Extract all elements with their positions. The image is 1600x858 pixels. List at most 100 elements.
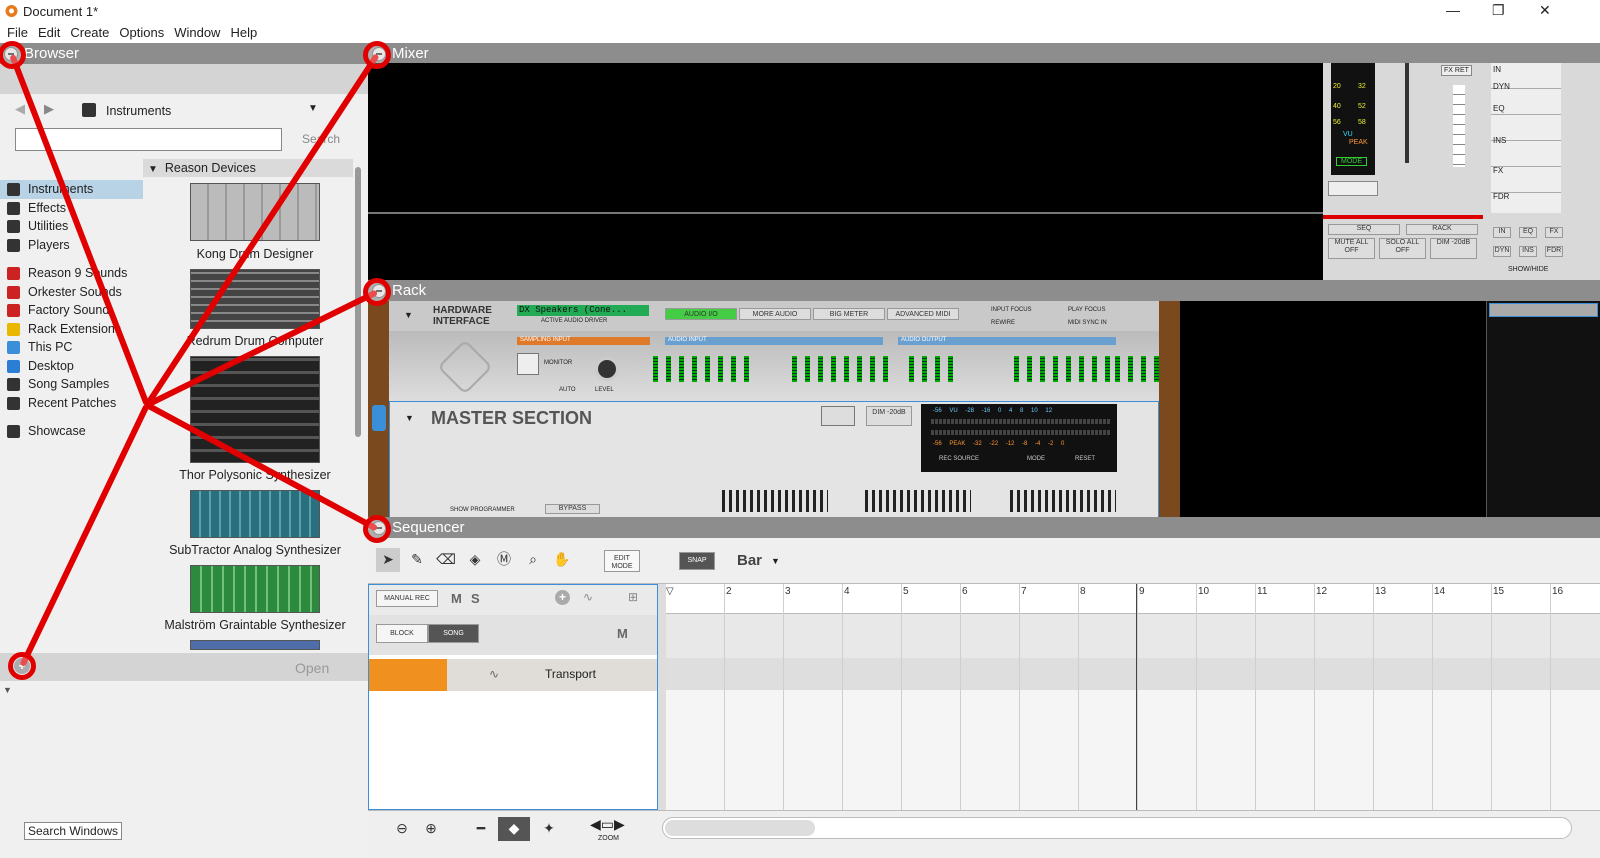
- mute-all-off-button[interactable]: MUTE ALL OFF: [1328, 238, 1375, 259]
- show-programmer-button[interactable]: SHOW PROGRAMMER: [450, 507, 515, 513]
- master-mute-button[interactable]: M: [451, 591, 462, 606]
- device-thumbnail[interactable]: [190, 640, 320, 650]
- manual-rec-button[interactable]: MANUAL REC: [376, 590, 438, 607]
- rack-collapse-button[interactable]: [372, 284, 386, 299]
- location-item[interactable]: Effects: [0, 199, 143, 218]
- device-label[interactable]: Thor Polysonic Synthesizer: [150, 468, 360, 482]
- zoom-control-icon[interactable]: ◀▭▶: [590, 816, 625, 833]
- snap-value-dropdown[interactable]: Bar: [737, 552, 762, 569]
- device-thumbnail[interactable]: [190, 269, 320, 329]
- menu-window[interactable]: Window: [169, 22, 225, 43]
- sequencer-collapse-button[interactable]: [372, 521, 386, 536]
- chevron-down-icon[interactable]: ▼: [308, 103, 318, 114]
- magnify-tool-icon[interactable]: ⌕: [521, 548, 545, 572]
- track-height-small-icon[interactable]: ━: [466, 817, 496, 841]
- chevron-down-icon[interactable]: ▼: [3, 685, 12, 695]
- horizontal-scrollbar[interactable]: [662, 817, 1572, 839]
- automation-icon[interactable]: ∿: [489, 667, 499, 681]
- location-item[interactable]: Showcase: [0, 422, 143, 441]
- mixer-collapse-button[interactable]: [372, 47, 386, 62]
- location-item[interactable]: Players: [0, 236, 143, 255]
- automation-icon[interactable]: ∿: [583, 590, 593, 604]
- location-item[interactable]: This PC: [0, 338, 143, 357]
- show-fdr-button[interactable]: FDR: [1545, 246, 1563, 257]
- audio-driver-display[interactable]: DX Speakers (Cone...: [517, 305, 649, 316]
- rack-navigator[interactable]: [1486, 301, 1600, 519]
- location-item[interactable]: Rack Extensions: [0, 320, 143, 339]
- device-thumbnail[interactable]: [190, 490, 320, 538]
- show-fx-button[interactable]: FX: [1545, 227, 1563, 238]
- menu-file[interactable]: File: [0, 22, 33, 43]
- device-thumbnail[interactable]: [190, 183, 320, 241]
- devices-scrollbar[interactable]: [355, 167, 361, 437]
- seq-button[interactable]: SEQ: [1328, 224, 1400, 235]
- close-icon[interactable]: ✕: [1539, 2, 1551, 19]
- back-arrow-icon[interactable]: ◀: [15, 101, 25, 117]
- device-thumbnail[interactable]: [190, 356, 320, 463]
- device-label[interactable]: SubTractor Analog Synthesizer: [150, 543, 360, 557]
- scrollbar-thumb[interactable]: [665, 820, 815, 836]
- show-eq-button[interactable]: EQ: [1519, 227, 1537, 238]
- minimize-icon[interactable]: —: [1446, 2, 1460, 18]
- show-in-button[interactable]: IN: [1493, 227, 1511, 238]
- tab-more-audio[interactable]: MORE AUDIO: [739, 308, 811, 320]
- edit-mode-button[interactable]: EDIT MODE: [604, 550, 640, 572]
- hand-tool-icon[interactable]: ✋: [550, 548, 574, 572]
- select-tool-icon[interactable]: ➤: [376, 548, 400, 572]
- menu-help[interactable]: Help: [225, 22, 262, 43]
- grid-icon[interactable]: ⊞: [628, 590, 638, 604]
- tab-advanced-midi[interactable]: ADVANCED MIDI: [887, 308, 959, 320]
- menu-edit[interactable]: Edit: [33, 22, 65, 43]
- master-solo-button[interactable]: S: [471, 591, 480, 606]
- open-button[interactable]: Open: [295, 660, 329, 676]
- location-item[interactable]: Orkester Sounds: [0, 283, 143, 302]
- dim-button[interactable]: DIM -20dB: [1430, 238, 1477, 259]
- show-dyn-button[interactable]: DYN: [1493, 246, 1511, 257]
- add-track-icon[interactable]: +: [555, 590, 570, 605]
- block-button[interactable]: BLOCK: [376, 624, 428, 643]
- device-label[interactable]: Kong Drum Designer: [150, 247, 360, 261]
- device-label[interactable]: Malström Graintable Synthesizer: [150, 618, 360, 632]
- location-item[interactable]: Instruments: [0, 180, 143, 199]
- chevron-down-icon[interactable]: ▼: [771, 556, 780, 566]
- restore-icon[interactable]: ❐: [1492, 2, 1505, 19]
- menu-create[interactable]: Create: [65, 22, 114, 43]
- location-dropdown[interactable]: Instruments: [106, 104, 171, 118]
- master-fader[interactable]: [1405, 63, 1409, 163]
- razor-tool-icon[interactable]: ◈: [463, 548, 487, 572]
- forward-arrow-icon[interactable]: ▶: [44, 101, 54, 117]
- menu-options[interactable]: Options: [114, 22, 169, 43]
- tab-big-meter[interactable]: BIG METER: [813, 308, 885, 320]
- dim-button[interactable]: DIM -20dB: [866, 406, 912, 426]
- mute-button[interactable]: M: [617, 626, 628, 641]
- location-item[interactable]: Factory Sound: [0, 301, 143, 320]
- transport-track[interactable]: ∿ Transport: [369, 659, 657, 691]
- rack-selection-tab[interactable]: [372, 405, 386, 431]
- snap-button[interactable]: SNAP: [679, 552, 715, 570]
- track-height-large-icon[interactable]: ✦: [534, 817, 564, 841]
- chevron-down-icon[interactable]: ▼: [404, 310, 413, 320]
- song-button[interactable]: SONG: [428, 624, 479, 643]
- track-height-medium-icon[interactable]: ◆: [498, 817, 530, 841]
- pencil-tool-icon[interactable]: ✎: [405, 548, 429, 572]
- search-input[interactable]: [15, 128, 282, 151]
- zoom-in-icon[interactable]: ⊕: [419, 817, 443, 841]
- playhead[interactable]: ▽: [666, 586, 678, 606]
- chevron-down-icon[interactable]: ▼: [405, 413, 414, 423]
- show-ins-button[interactable]: INS: [1519, 246, 1537, 257]
- location-item[interactable]: Desktop: [0, 357, 143, 376]
- device-label[interactable]: Redrum Drum Computer: [150, 334, 360, 348]
- zoom-out-icon[interactable]: ⊖: [390, 817, 414, 841]
- search-button[interactable]: Search: [302, 132, 340, 146]
- location-item[interactable]: Utilities: [0, 217, 143, 236]
- solo-all-off-button[interactable]: SOLO ALL OFF: [1379, 238, 1426, 259]
- device-thumbnail[interactable]: [190, 565, 320, 613]
- scope-button[interactable]: [821, 406, 855, 426]
- browser-collapse-button[interactable]: [4, 47, 18, 62]
- rack-button[interactable]: RACK: [1406, 224, 1478, 235]
- add-icon[interactable]: +: [14, 658, 30, 674]
- eraser-tool-icon[interactable]: ⌫: [434, 548, 458, 572]
- location-item[interactable]: Recent Patches: [0, 394, 143, 413]
- track-list-resize[interactable]: [658, 584, 666, 810]
- location-item[interactable]: Song Samples: [0, 375, 143, 394]
